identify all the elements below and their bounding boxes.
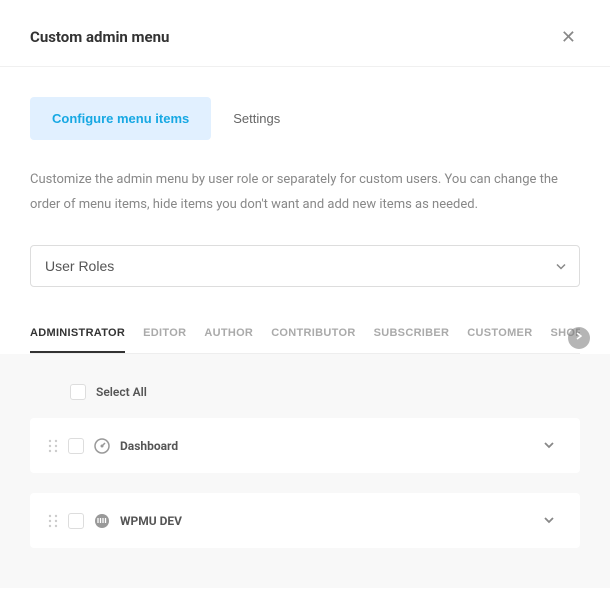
tab-settings[interactable]: Settings xyxy=(211,97,302,140)
wpmu-dev-icon xyxy=(94,513,110,529)
close-button[interactable]: ✕ xyxy=(557,24,580,50)
menu-item-label: WPMU DEV xyxy=(120,514,526,528)
chevron-down-icon xyxy=(544,513,554,528)
chevron-down-icon xyxy=(544,438,554,453)
role-tab-author[interactable]: AUTHOR xyxy=(204,327,253,353)
description-text: Customize the admin menu by user role or… xyxy=(30,168,580,217)
drag-handle-icon[interactable] xyxy=(48,439,58,453)
role-tab-administrator[interactable]: ADMINISTRATOR xyxy=(30,327,125,353)
expand-button[interactable] xyxy=(536,509,562,532)
expand-button[interactable] xyxy=(536,434,562,457)
menu-item-row: WPMU DEV xyxy=(30,493,580,548)
menu-item-checkbox[interactable] xyxy=(68,438,84,454)
modal-title: Custom admin menu xyxy=(30,28,169,46)
dashboard-icon xyxy=(94,438,110,454)
chevron-right-icon xyxy=(576,332,582,343)
close-icon: ✕ xyxy=(561,27,576,47)
select-all-checkbox[interactable] xyxy=(70,384,86,400)
drag-handle-icon[interactable] xyxy=(48,514,58,528)
menu-item-row: Dashboard xyxy=(30,418,580,473)
user-roles-select[interactable]: User Roles xyxy=(30,245,580,287)
menu-item-label: Dashboard xyxy=(120,439,526,453)
role-tabs-scroll-right[interactable] xyxy=(568,327,590,349)
role-tab-editor[interactable]: EDITOR xyxy=(143,327,186,353)
menu-item-checkbox[interactable] xyxy=(68,513,84,529)
select-all-label: Select All xyxy=(96,385,147,399)
role-tab-contributor[interactable]: CONTRIBUTOR xyxy=(271,327,355,353)
role-tab-customer[interactable]: CUSTOMER xyxy=(467,327,532,353)
role-tab-subscriber[interactable]: SUBSCRIBER xyxy=(374,327,450,353)
tab-configure-menu-items[interactable]: Configure menu items xyxy=(30,97,211,140)
